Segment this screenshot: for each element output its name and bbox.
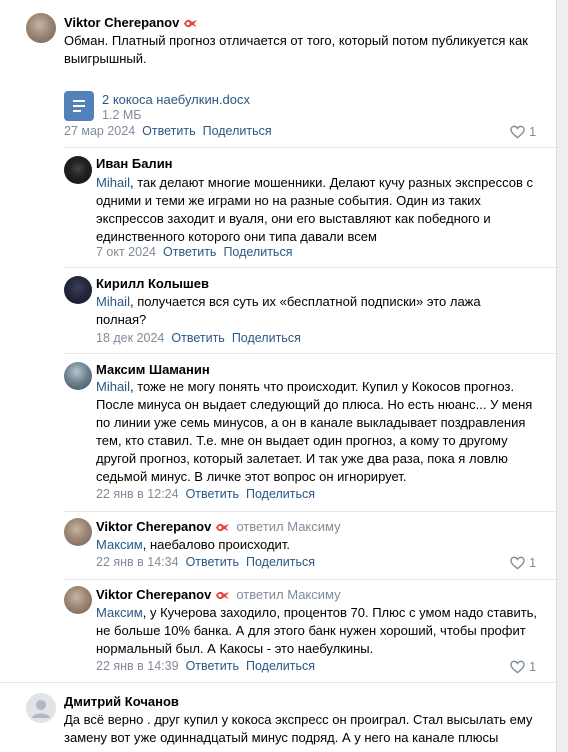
reply-button[interactable]: Ответить (163, 245, 216, 259)
club-badge-icon (215, 589, 230, 604)
reply-button[interactable]: Ответить (186, 555, 239, 569)
document-size: 1.2 МБ (102, 108, 142, 122)
avatar[interactable] (64, 362, 92, 390)
user-placeholder-icon (32, 700, 50, 718)
like-count: 1 (529, 659, 537, 674)
replied-to-label[interactable]: ответил Максиму (236, 519, 340, 534)
reply-body: , так делают многие мошенники. Делают ку… (96, 175, 534, 244)
mention-link[interactable]: Mihail (96, 175, 130, 190)
reply-text: Максим, у Кучерова заходило, процентов 7… (96, 604, 538, 658)
share-button[interactable]: Поделиться (246, 487, 315, 501)
mention-link[interactable]: Mihail (96, 294, 130, 309)
reply-body: , получается вся суть их «бесплатной под… (96, 294, 481, 327)
reply-button[interactable]: Ответить (186, 487, 239, 501)
reply-meta: 22 янв в 12:24 Ответить Поделиться (96, 487, 315, 501)
reply-author[interactable]: Максим Шаманин (96, 362, 210, 377)
divider (64, 579, 556, 580)
reply-date[interactable]: 18 дек 2024 (96, 331, 164, 345)
comment-text: Да всё верно . друг купил у кокоса экспр… (64, 712, 533, 745)
mention-link[interactable]: Mihail (96, 379, 130, 394)
reply-author[interactable]: Viktor Cherepanov ответил Максиму (96, 519, 341, 536)
like-button[interactable]: 1 (510, 124, 536, 139)
comment-author[interactable]: Дмитрий Кочанов (64, 694, 179, 709)
share-button[interactable]: Поделиться (232, 331, 301, 345)
divider (64, 147, 556, 148)
club-badge-icon (215, 521, 230, 536)
reply-text: Максим, наебалово происходит. (96, 536, 538, 554)
share-button[interactable]: Поделиться (246, 659, 315, 673)
reply-button[interactable]: Ответить (186, 659, 239, 673)
avatar[interactable] (64, 276, 92, 304)
reply-body: , у Кучерова заходило, процентов 70. Плю… (96, 605, 538, 656)
author-name[interactable]: Viktor Cherepanov (96, 587, 211, 602)
reply-author[interactable]: Кирилл Колышев (96, 276, 209, 291)
reply-body: , тоже не могу понять что происходит. Ку… (96, 379, 533, 484)
reply-meta: 22 янв в 14:34 Ответить Поделиться (96, 555, 315, 569)
comment-meta: 27 мар 2024 Ответить Поделиться (64, 124, 272, 138)
reply-text: Mihail, получается вся суть их «бесплатн… (96, 293, 516, 329)
share-button[interactable]: Поделиться (246, 555, 315, 569)
mention-link[interactable]: Максим (96, 605, 143, 620)
author-name[interactable]: Viktor Cherepanov (96, 519, 211, 534)
like-button[interactable]: 1 (510, 555, 536, 570)
reply-text: Mihail, тоже не могу понять что происход… (96, 378, 538, 486)
share-button[interactable]: Поделиться (223, 245, 292, 259)
avatar[interactable] (64, 586, 92, 614)
heart-icon (510, 660, 525, 674)
reply-author[interactable]: Viktor Cherepanov ответил Максиму (96, 587, 341, 604)
like-count: 1 (529, 555, 537, 570)
reply-date[interactable]: 22 янв в 14:39 (96, 659, 179, 673)
divider (64, 267, 556, 268)
comment-author[interactable]: Viktor Cherepanov (64, 15, 198, 32)
avatar[interactable] (26, 13, 56, 43)
author-name[interactable]: Viktor Cherepanov (64, 15, 179, 30)
avatar[interactable] (64, 518, 92, 546)
like-count: 1 (529, 124, 537, 139)
reply-meta: 18 дек 2024 Ответить Поделиться (96, 331, 301, 345)
heart-icon (510, 556, 525, 570)
reply-author[interactable]: Иван Балин (96, 156, 173, 171)
reply-button[interactable]: Ответить (171, 331, 224, 345)
document-title[interactable]: 2 кокоса наебулкин.docx (102, 92, 250, 107)
comment-date[interactable]: 27 мар 2024 (64, 124, 135, 138)
heart-icon (510, 125, 525, 139)
replied-to-label[interactable]: ответил Максиму (236, 587, 340, 602)
reply-button[interactable]: Ответить (142, 124, 195, 138)
comments-panel: Viktor Cherepanov Обман. Платный прогноз… (0, 0, 556, 752)
reply-meta: 7 окт 2024 Ответить Поделиться (96, 245, 292, 259)
comment-text: Обман. Платный прогноз отличается от тог… (64, 33, 528, 66)
avatar[interactable] (64, 156, 92, 184)
reply-date[interactable]: 22 янв в 14:34 (96, 555, 179, 569)
document-icon (64, 91, 94, 121)
panel-border (556, 0, 557, 752)
main-comment: Viktor Cherepanov Обман. Платный прогноз… (0, 0, 556, 150)
reply-text: Mihail, так делают многие мошенники. Дел… (96, 174, 538, 246)
reply-date[interactable]: 7 окт 2024 (96, 245, 156, 259)
next-comment: Дмитрий Кочанов Да всё верно . друг купи… (0, 683, 556, 752)
reply-body: , наебалово происходит. (142, 537, 290, 552)
mention-link[interactable]: Максим (96, 537, 143, 552)
divider (64, 511, 556, 512)
like-button[interactable]: 1 (510, 659, 536, 674)
avatar[interactable] (26, 693, 56, 723)
club-badge-icon (183, 17, 198, 32)
reply-date[interactable]: 22 янв в 12:24 (96, 487, 179, 501)
divider (64, 353, 556, 354)
share-button[interactable]: Поделиться (203, 124, 272, 138)
reply-meta: 22 янв в 14:39 Ответить Поделиться (96, 659, 315, 673)
